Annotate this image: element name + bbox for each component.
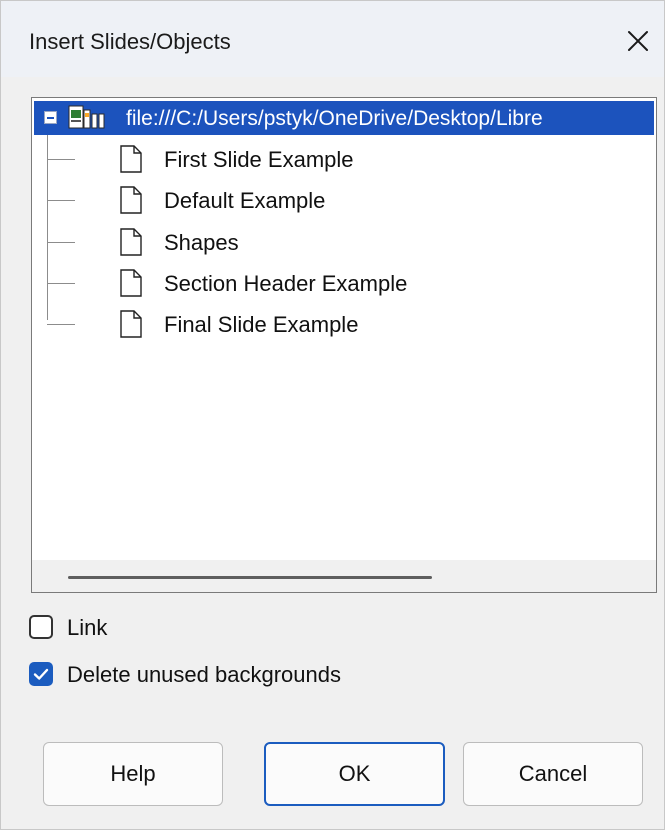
- tree-branch-line: [47, 200, 75, 201]
- document-icon: [120, 145, 142, 173]
- tree-item-label: First Slide Example: [164, 147, 354, 172]
- tree-item-first-slide[interactable]: First Slide Example: [42, 139, 642, 179]
- cancel-button[interactable]: Cancel: [463, 742, 643, 806]
- tree-branch-line: [47, 242, 75, 243]
- insert-slides-dialog: Insert Slides/Objects file:///C:/Users/p…: [0, 0, 665, 830]
- slides-tree[interactable]: file:///C:/Users/pstyk/OneDrive/Desktop/…: [31, 97, 657, 593]
- tree-item-final-slide[interactable]: Final Slide Example: [42, 304, 642, 344]
- help-button[interactable]: Help: [43, 742, 223, 806]
- tree-root-label: file:///C:/Users/pstyk/OneDrive/Desktop/…: [126, 107, 543, 130]
- tree-branch-line: [47, 159, 75, 160]
- tree-item-shapes[interactable]: Shapes: [42, 222, 642, 262]
- tree-root-row[interactable]: file:///C:/Users/pstyk/OneDrive/Desktop/…: [34, 101, 654, 135]
- close-icon: [628, 31, 648, 51]
- scrollbar-thumb[interactable]: [68, 576, 432, 579]
- collapse-icon[interactable]: [44, 111, 57, 124]
- checkmark-icon: [33, 668, 49, 680]
- document-icon: [120, 228, 142, 256]
- tree-branch-line: [47, 324, 75, 325]
- link-checkbox[interactable]: [29, 615, 53, 639]
- tree-item-default-example[interactable]: Default Example: [42, 180, 642, 220]
- tree-item-label: Final Slide Example: [164, 312, 359, 337]
- ok-button[interactable]: OK: [264, 742, 445, 806]
- document-icon: [120, 269, 142, 297]
- delete-unused-backgrounds-checkbox[interactable]: [29, 662, 53, 686]
- tree-item-label: Default Example: [164, 188, 326, 213]
- tree-item-label: Section Header Example: [164, 271, 408, 296]
- tree-item-section-header[interactable]: Section Header Example: [42, 263, 642, 303]
- dialog-title: Insert Slides/Objects: [29, 29, 231, 54]
- link-label: Link: [67, 615, 108, 640]
- tree-item-label: Shapes: [164, 230, 239, 255]
- document-icon: [120, 186, 142, 214]
- close-button[interactable]: [620, 23, 656, 59]
- title-bar: Insert Slides/Objects: [1, 1, 664, 77]
- delete-unused-backgrounds-label: Delete unused backgrounds: [67, 662, 341, 687]
- presentation-file-icon: [68, 105, 105, 129]
- tree-branch-line: [47, 283, 75, 284]
- horizontal-scrollbar[interactable]: [32, 560, 656, 592]
- document-icon: [120, 310, 142, 338]
